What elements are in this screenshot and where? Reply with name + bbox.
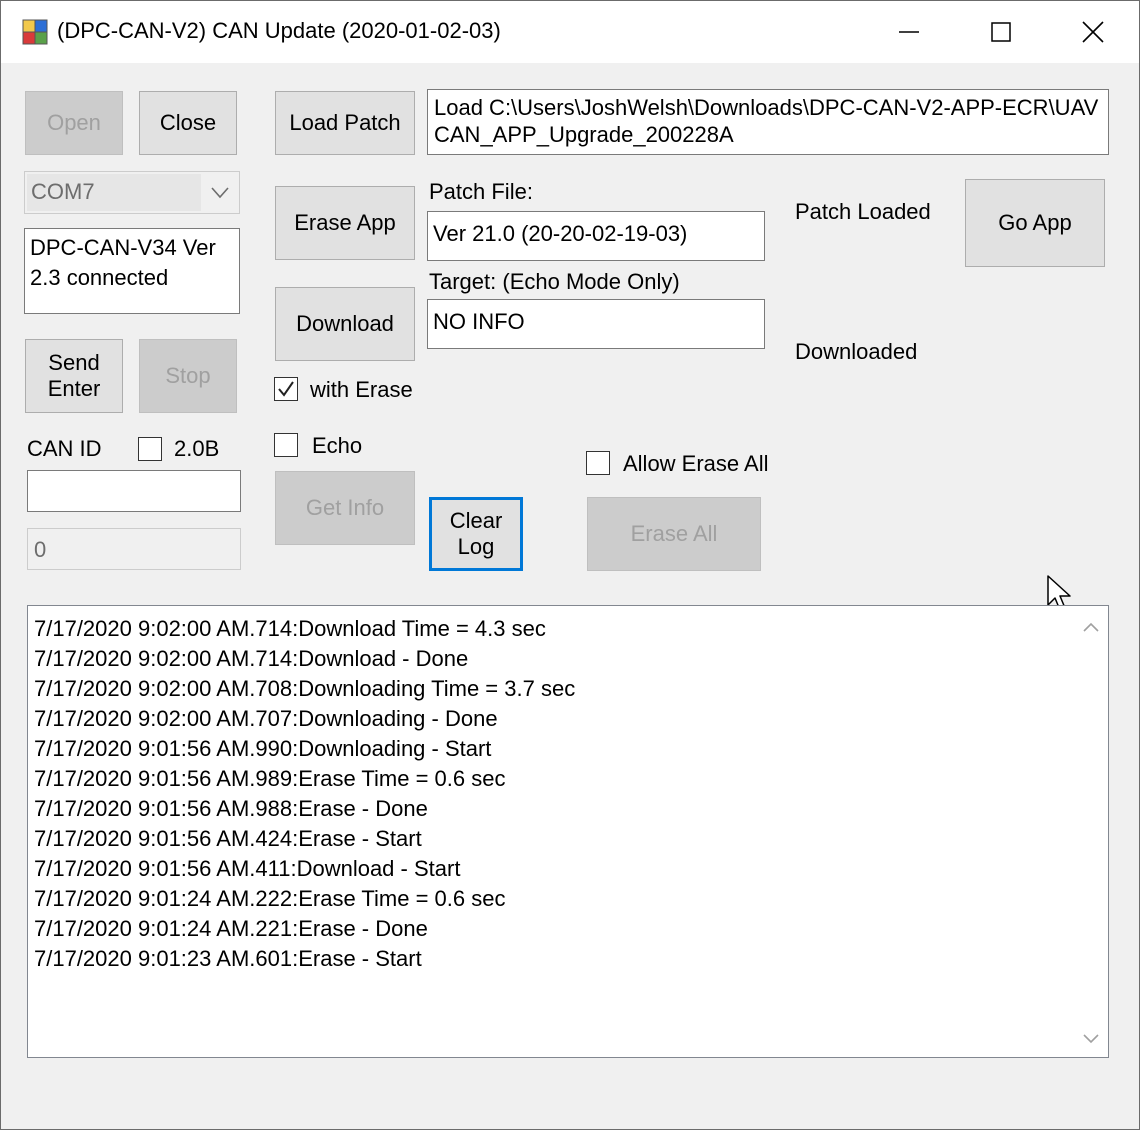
scroll-up-icon[interactable] — [1083, 622, 1099, 632]
allow-erase-all-label: Allow Erase All — [623, 451, 769, 476]
minimize-icon — [899, 31, 919, 33]
can20b-checkbox[interactable] — [138, 437, 162, 461]
checkmark-icon — [278, 381, 294, 397]
log-listbox[interactable]: 7/17/2020 9:02:00 AM.714:Download Time =… — [27, 605, 1109, 1058]
app-window: (DPC-CAN-V2) CAN Update (2020-01-02-03) … — [0, 0, 1140, 1130]
log-lines: 7/17/2020 9:02:00 AM.714:Download Time =… — [34, 614, 575, 974]
can-id-input[interactable] — [27, 470, 241, 512]
port-select[interactable]: COM7 — [24, 171, 240, 214]
log-scrollbar[interactable] — [1074, 606, 1108, 1057]
allow-erase-all-checkbox[interactable] — [586, 451, 610, 475]
close-window-button[interactable] — [1047, 1, 1139, 63]
with-erase-checkbox[interactable] — [274, 377, 298, 401]
log-line[interactable]: 7/17/2020 9:01:56 AM.990:Downloading - S… — [34, 734, 575, 764]
chevron-down-icon — [211, 187, 229, 199]
port-selected-value: COM7 — [31, 179, 95, 204]
load-patch-button[interactable]: Load Patch — [275, 91, 415, 155]
stop-button[interactable]: Stop — [139, 339, 237, 413]
close-icon — [1082, 21, 1104, 43]
log-line[interactable]: 7/17/2020 9:02:00 AM.714:Download Time =… — [34, 614, 575, 644]
clear-log-button[interactable]: Clear Log — [429, 497, 523, 571]
title-bar: (DPC-CAN-V2) CAN Update (2020-01-02-03) — [1, 1, 1139, 63]
log-line[interactable]: 7/17/2020 9:01:56 AM.411:Download - Star… — [34, 854, 575, 884]
close-port-button[interactable]: Close — [139, 91, 237, 155]
echo-checkbox[interactable] — [274, 433, 298, 457]
minimize-button[interactable] — [863, 1, 955, 63]
log-line[interactable]: 7/17/2020 9:01:56 AM.988:Erase - Done — [34, 794, 575, 824]
patch-file-label: Patch File: — [429, 179, 533, 204]
maximize-button[interactable] — [955, 1, 1047, 63]
load-path-field[interactable]: Load C:\Users\JoshWelsh\Downloads\DPC-CA… — [427, 89, 1109, 155]
window-title: (DPC-CAN-V2) CAN Update (2020-01-02-03) — [57, 18, 501, 43]
log-line[interactable]: 7/17/2020 9:01:24 AM.221:Erase - Done — [34, 914, 575, 944]
go-app-button[interactable]: Go App — [965, 179, 1105, 267]
can20b-label: 2.0B — [174, 436, 220, 461]
download-button[interactable]: Download — [275, 287, 415, 361]
send-enter-button[interactable]: Send Enter — [25, 339, 123, 413]
patch-file-field: Ver 21.0 (20-20-02-19-03) — [427, 211, 765, 261]
patch-loaded-status: Patch Loaded — [795, 199, 931, 224]
log-line[interactable]: 7/17/2020 9:01:24 AM.222:Erase Time = 0.… — [34, 884, 575, 914]
log-line[interactable]: 7/17/2020 9:01:56 AM.424:Erase - Start — [34, 824, 575, 854]
target-field: NO INFO — [427, 299, 765, 349]
can-id-label: CAN ID — [27, 436, 102, 461]
erase-app-button[interactable]: Erase App — [275, 186, 415, 260]
downloaded-status: Downloaded — [795, 339, 918, 364]
log-line[interactable]: 7/17/2020 9:02:00 AM.708:Downloading Tim… — [34, 674, 575, 704]
target-label: Target: (Echo Mode Only) — [429, 269, 680, 294]
scroll-down-icon[interactable] — [1083, 1034, 1099, 1044]
get-info-button[interactable]: Get Info — [275, 471, 415, 545]
open-button[interactable]: Open — [25, 91, 123, 155]
log-line[interactable]: 7/17/2020 9:01:56 AM.989:Erase Time = 0.… — [34, 764, 575, 794]
log-line[interactable]: 7/17/2020 9:02:00 AM.707:Downloading - D… — [34, 704, 575, 734]
can-count-field: 0 — [27, 528, 241, 570]
log-line[interactable]: 7/17/2020 9:01:23 AM.601:Erase - Start — [34, 944, 575, 974]
log-line[interactable]: 7/17/2020 9:02:00 AM.714:Download - Done — [34, 644, 575, 674]
connection-status-box: DPC-CAN-V34 Ver 2.3 connected — [24, 228, 240, 314]
with-erase-label: with Erase — [310, 377, 413, 402]
maximize-icon — [991, 22, 1011, 42]
app-icon — [22, 19, 48, 45]
echo-label: Echo — [312, 433, 363, 458]
erase-all-button[interactable]: Erase All — [587, 497, 761, 571]
